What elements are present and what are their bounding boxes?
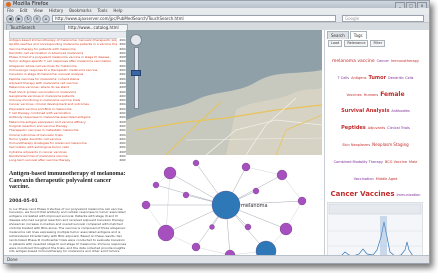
tab-search[interactable]: Search	[327, 31, 349, 39]
tag-item[interactable]: Neoplasm Staging	[372, 142, 409, 147]
panel-controls: Load Relevance Filter	[328, 40, 422, 47]
stop-icon[interactable]: ✕	[33, 15, 41, 23]
tag-item[interactable]: Antibodies	[391, 110, 410, 114]
abstract-body: In our Phase I and Phase II studies of o…	[9, 206, 127, 254]
tag-item[interactable]: Immunization	[397, 194, 421, 198]
concept-graph[interactable]: melanoma	[126, 155, 322, 261]
abstract-title: Antigen-based immunotherapy of melanoma:…	[9, 171, 126, 190]
graph-edge	[195, 246, 231, 256]
firefox-icon	[6, 2, 11, 7]
zoom-slider[interactable]	[134, 47, 139, 109]
back-icon[interactable]: ◀	[6, 15, 14, 23]
tag-item[interactable]: Humans	[364, 93, 378, 98]
map-canvas	[126, 30, 322, 155]
tag-item[interactable]: Survival Analysis	[341, 109, 389, 115]
result-list: Antigen-based immunotherapy of melanoma:…	[9, 38, 127, 164]
tag-item[interactable]: Dendritic Cells	[388, 76, 413, 81]
graph-node[interactable]	[241, 162, 251, 172]
tag-item[interactable]: Middle Aged	[376, 177, 398, 182]
graph-edge	[245, 166, 283, 176]
timeline-chart[interactable]	[326, 201, 424, 261]
map-view[interactable]	[126, 30, 322, 155]
tag-item[interactable]: Clinical Trials	[387, 127, 410, 131]
graph-node[interactable]	[279, 222, 293, 236]
url-bar[interactable]: http://www.ajaxserver.com/jpc/PubMedSear…	[52, 15, 336, 22]
tab-tags[interactable]: Tags	[349, 31, 367, 39]
graph-node[interactable]	[244, 223, 252, 231]
tag-item[interactable]: Skin Neoplasms	[342, 143, 370, 148]
tag-item[interactable]: Tumor	[369, 75, 387, 81]
reload-icon[interactable]: ↻	[24, 15, 32, 23]
graph-node[interactable]	[182, 191, 190, 199]
graph-node[interactable]	[297, 196, 307, 206]
tag-item[interactable]: Adjuvants	[368, 127, 385, 131]
graph-node[interactable]	[209, 224, 215, 230]
graph-node[interactable]	[141, 200, 151, 210]
zoom-slider-handle[interactable]	[131, 70, 141, 76]
window-title: Mozilla Firefox	[13, 1, 49, 7]
sort-select[interactable]: Relevance	[344, 40, 369, 47]
tag-item[interactable]: Female	[380, 91, 404, 98]
graph-node[interactable]	[192, 159, 200, 167]
result-row[interactable]: Long-term survival after vaccine therapy…	[9, 158, 127, 163]
timeline-canvas	[326, 201, 424, 261]
graph-node[interactable]	[252, 187, 260, 195]
status-bar: Done	[4, 255, 429, 263]
graph-node[interactable]	[152, 181, 160, 189]
tag-item[interactable]: T Cells	[338, 76, 350, 81]
tag-item[interactable]: Peptides	[341, 125, 366, 131]
tab-strip: TouchSearch http://www...catalog.html	[4, 23, 429, 31]
tag-item[interactable]: melanoma vaccine	[332, 59, 375, 65]
navigation-toolbar: ◀ ▶ ↻ ✕ ⌂ http://www.ajaxserver.com/jpc/…	[4, 14, 429, 23]
tag-item[interactable]: Antigens	[351, 76, 366, 81]
side-panel: Search Tags Load Relevance Filter melano…	[324, 30, 425, 261]
forward-icon[interactable]: ▶	[15, 15, 23, 23]
graph-edge	[165, 172, 171, 234]
graph-node[interactable]	[211, 190, 241, 220]
pan-control-icon[interactable]	[130, 34, 142, 46]
title-bar[interactable]: Mozilla Firefox _ □ x	[4, 1, 429, 9]
home-icon[interactable]: ⌂	[42, 15, 50, 23]
graph-node[interactable]	[163, 166, 177, 180]
result-title[interactable]: Long-term survival after vaccine therapy	[9, 158, 70, 162]
abstract-panel: Antigen-based immunotherapy of melanoma:…	[9, 171, 127, 259]
graph-node[interactable]	[191, 242, 201, 252]
browser-window: Mozilla Firefox _ □ x File Edit View His…	[3, 0, 430, 264]
tag-item[interactable]: Male	[409, 160, 417, 165]
panel-tabs: Search Tags	[325, 30, 425, 39]
graph-node[interactable]	[157, 224, 175, 242]
tag-item[interactable]: Combined Modality Therapy	[334, 160, 383, 165]
page-content: Antigen-based immunotherapy of melanoma:…	[4, 30, 429, 261]
graph-center-label: melanoma	[241, 203, 268, 209]
abstract-date: 2004-05-01	[9, 198, 38, 204]
tag-item[interactable]: Cancer Vaccines	[331, 191, 395, 199]
tag-item[interactable]: BCG Vaccine	[385, 160, 407, 165]
tag-item[interactable]: Immunotherapy	[391, 59, 419, 64]
load-button[interactable]: Load	[328, 40, 343, 47]
search-box[interactable]: Google	[342, 15, 424, 22]
tag-item[interactable]: Vaccines	[346, 93, 361, 98]
filter-button[interactable]: Filter	[370, 40, 386, 47]
graph-node[interactable]	[276, 169, 288, 181]
tag-item[interactable]: Cancer	[377, 59, 389, 64]
tag-cloud: melanoma vaccine Cancer Immunotherapy T Cel…	[328, 49, 423, 200]
tag-item[interactable]: Vaccination	[354, 177, 374, 182]
graph-canvas: melanoma	[141, 159, 307, 261]
